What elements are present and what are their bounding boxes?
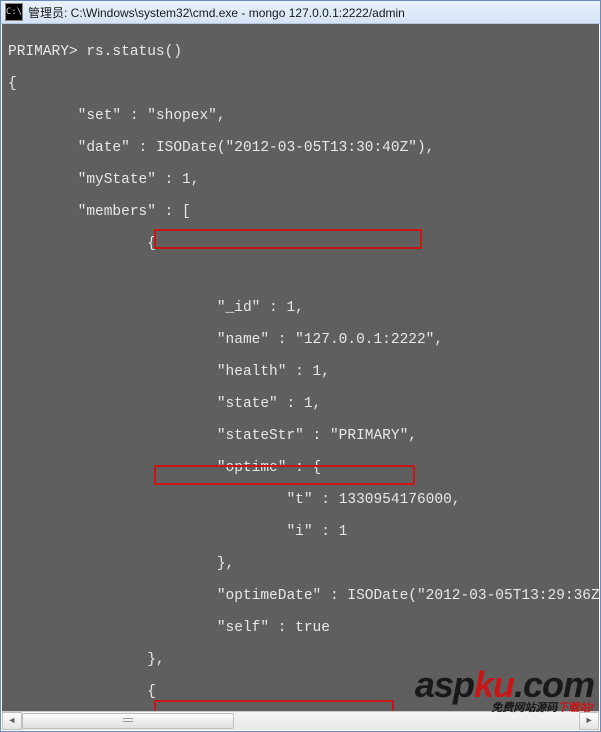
terminal[interactable]: PRIMARY> rs.status() { "set" : "shopex",… bbox=[2, 24, 599, 711]
brace-open: { bbox=[8, 76, 593, 92]
m1-health: "health" : 1, bbox=[8, 364, 593, 380]
scroll-thumb[interactable] bbox=[22, 713, 234, 729]
m1-optime-t: "t" : 1330954176000, bbox=[8, 492, 593, 508]
kv-mystate: "myState" : 1, bbox=[8, 172, 593, 188]
cmd-icon: C:\ bbox=[5, 3, 23, 21]
m1-id: "_id" : 1, bbox=[8, 300, 593, 316]
member-close-1: }, bbox=[8, 652, 593, 668]
m1-optime-i: "i" : 1 bbox=[8, 524, 593, 540]
m1-optime-open: "optime" : { bbox=[8, 460, 593, 476]
scroll-right-button[interactable]: ► bbox=[579, 712, 599, 730]
member-open-1: { bbox=[8, 236, 593, 252]
m1-statestr: "stateStr" : "PRIMARY", bbox=[8, 428, 593, 444]
member-open-2: { bbox=[8, 684, 593, 700]
m1-name: "name" : "127.0.0.1:2222", bbox=[8, 332, 593, 348]
app-window: C:\ 管理员: C:\Windows\system32\cmd.exe - m… bbox=[0, 0, 601, 732]
m1-optime-close: }, bbox=[8, 556, 593, 572]
kv-date: "date" : ISODate("2012-03-05T13:30:40Z")… bbox=[8, 140, 593, 156]
window-title: 管理员: C:\Windows\system32\cmd.exe - mongo… bbox=[28, 4, 405, 21]
prompt-line: PRIMARY> rs.status() bbox=[8, 44, 593, 60]
m1-optimedate: "optimeDate" : ISODate("2012-03-05T13:29… bbox=[8, 588, 593, 604]
scroll-track[interactable] bbox=[22, 712, 579, 730]
titlebar[interactable]: C:\ 管理员: C:\Windows\system32\cmd.exe - m… bbox=[1, 1, 600, 24]
m1-state: "state" : 1, bbox=[8, 396, 593, 412]
kv-members: "members" : [ bbox=[8, 204, 593, 220]
terminal-output: PRIMARY> rs.status() { "set" : "shopex",… bbox=[2, 24, 599, 711]
horizontal-scrollbar[interactable]: ◄ ► bbox=[2, 711, 599, 730]
kv-set: "set" : "shopex", bbox=[8, 108, 593, 124]
scroll-left-button[interactable]: ◄ bbox=[2, 712, 22, 730]
m1-self: "self" : true bbox=[8, 620, 593, 636]
